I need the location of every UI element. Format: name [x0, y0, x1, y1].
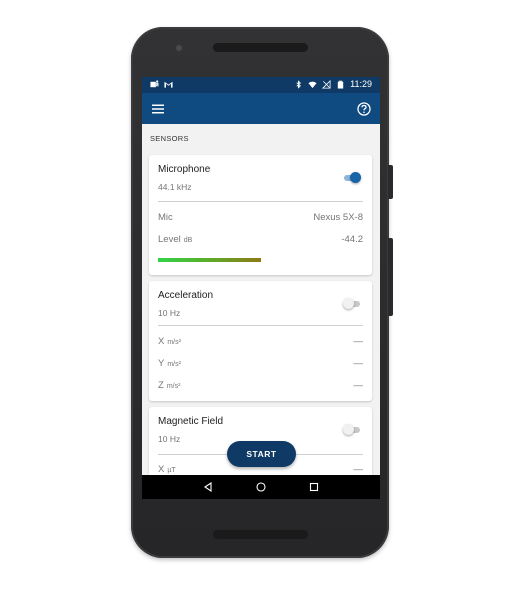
home-icon[interactable]: [255, 481, 267, 493]
row-unit: m/s²: [167, 339, 181, 346]
bluetooth-icon: [296, 79, 302, 89]
back-icon[interactable]: [202, 481, 214, 493]
row-label-text: Mic: [158, 212, 173, 223]
gmail-icon: [164, 81, 173, 88]
magnetic-field-toggle[interactable]: [343, 424, 361, 435]
card-title: Microphone: [158, 164, 211, 175]
battery-icon: [337, 80, 344, 89]
mic-level-value: -44.2: [341, 234, 363, 245]
row-label: Ym/s²: [158, 358, 181, 369]
card-rate: 10 Hz: [158, 308, 181, 318]
card-rate: 44.1 kHz: [158, 182, 192, 192]
accel-z-value: —: [353, 380, 364, 391]
teams-icon: [150, 80, 159, 88]
row-label: Zm/s²: [158, 380, 180, 391]
row-unit: m/s²: [166, 383, 181, 390]
status-time: 11:29: [350, 79, 372, 89]
mag-x-value: —: [353, 464, 364, 475]
card-rate: 10 Hz: [158, 434, 181, 444]
system-nav-bar: [142, 475, 380, 499]
row-label: XµT: [158, 464, 176, 475]
recents-icon[interactable]: [308, 481, 320, 493]
acceleration-toggle[interactable]: [343, 298, 361, 309]
start-button[interactable]: START: [227, 441, 296, 467]
card-title: Acceleration: [158, 290, 214, 301]
section-title: SENSORS: [150, 134, 189, 143]
top-speaker-grille: [213, 43, 308, 52]
power-button: [388, 165, 393, 199]
row-unit: m/s²: [167, 361, 181, 368]
row-label-text: X: [158, 464, 165, 475]
microphone-card: Microphone 44.1 kHz Mic Nexus 5X-8 Level…: [149, 155, 372, 275]
row-label-text: Z: [158, 380, 164, 391]
status-bar: 11:29: [142, 77, 380, 93]
row-unit: dB: [183, 237, 193, 244]
card-divider: [158, 325, 363, 326]
row-label-text: Level: [158, 234, 181, 245]
mic-device-value: Nexus 5X-8: [313, 212, 363, 223]
sensor-list: SENSORS Microphone 44.1 kHz Mic Nexus 5X…: [142, 124, 380, 475]
acceleration-card: Acceleration 10 Hz Xm/s² — Ym/s² — Zm/s²…: [149, 281, 372, 401]
front-camera: [176, 45, 182, 51]
row-label: Xm/s²: [158, 336, 181, 347]
no-signal-icon: [322, 79, 331, 89]
phone-screen: 11:29 SENSORS Microphone 44.1 kHz Mic Ne…: [142, 77, 380, 499]
accel-y-value: —: [353, 358, 364, 369]
bottom-speaker-grille: [213, 530, 308, 539]
card-title: Magnetic Field: [158, 416, 224, 427]
row-label-text: X: [158, 336, 165, 347]
row-unit: µT: [167, 467, 176, 474]
card-divider: [158, 201, 363, 202]
microphone-toggle[interactable]: [343, 172, 361, 183]
volume-rocker: [388, 238, 393, 316]
accel-x-value: —: [353, 336, 364, 347]
mic-level-bar: [158, 258, 261, 262]
wifi-icon: [308, 81, 317, 88]
menu-icon[interactable]: [150, 101, 166, 117]
row-label-text: Y: [158, 358, 165, 369]
row-label: Mic: [158, 212, 173, 223]
app-bar: [142, 93, 380, 124]
row-label: Level dB: [158, 234, 192, 245]
help-icon[interactable]: [356, 101, 372, 117]
